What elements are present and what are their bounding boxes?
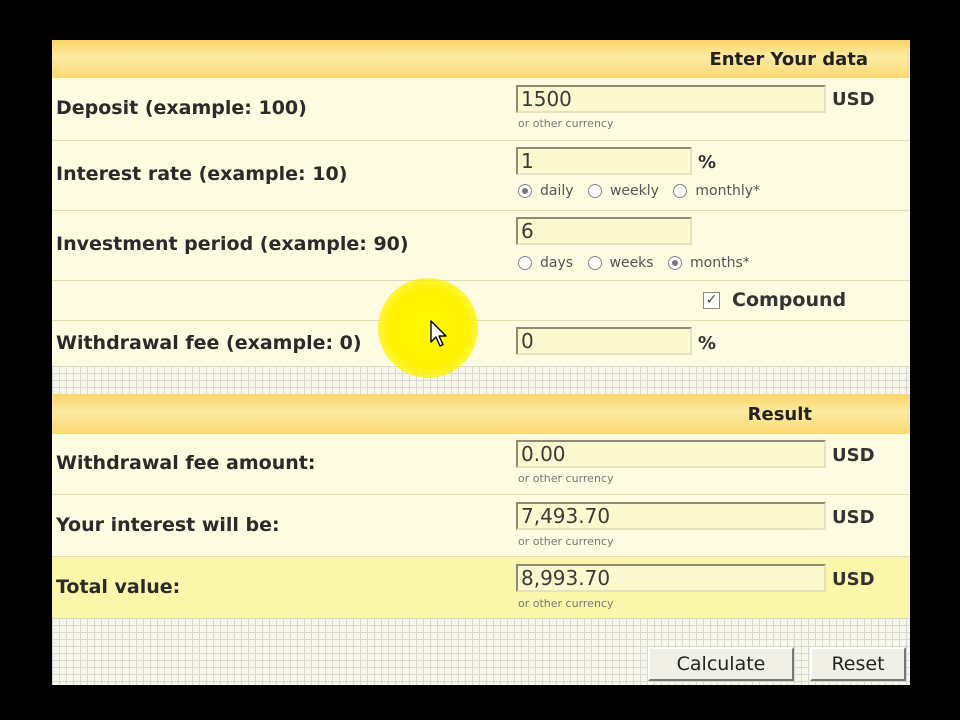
interest-row: Your interest will be: USD or other curr… bbox=[52, 494, 910, 556]
input-header: Enter Your data bbox=[52, 40, 910, 78]
compound-checkbox[interactable]: ✓ bbox=[703, 292, 720, 309]
withdrawal-fee-input[interactable] bbox=[516, 327, 692, 355]
radio-days-label: days bbox=[540, 255, 574, 271]
total-row: Total value: USD or other currency bbox=[52, 556, 910, 618]
radio-daily[interactable] bbox=[518, 184, 532, 198]
investment-period-input[interactable] bbox=[516, 217, 692, 245]
radio-days[interactable] bbox=[518, 256, 532, 270]
result-header-title: Result bbox=[747, 404, 812, 425]
interest-sub: or other currency bbox=[518, 535, 614, 548]
interest-unit: USD bbox=[832, 507, 875, 528]
reset-button[interactable]: Reset bbox=[810, 647, 906, 681]
input-header-title: Enter Your data bbox=[709, 49, 868, 70]
interest-rate-row: Interest rate (example: 10) % daily week… bbox=[52, 140, 910, 210]
radio-weekly[interactable] bbox=[587, 184, 602, 198]
button-bar: Calculate Reset bbox=[52, 618, 910, 685]
withdrawal-fee-row: Withdrawal fee (example: 0) % bbox=[52, 320, 910, 366]
deposit-row: Deposit (example: 100) USD or other curr… bbox=[52, 78, 910, 140]
deposit-unit: USD bbox=[832, 89, 875, 110]
interest-rate-unit: % bbox=[698, 152, 717, 173]
fee-amount-row: Withdrawal fee amount: USD or other curr… bbox=[52, 434, 910, 494]
radio-weeks-label: weeks bbox=[609, 255, 654, 271]
interest-rate-frequency: daily weekly monthly* bbox=[518, 183, 770, 199]
withdrawal-fee-label: Withdrawal fee (example: 0) bbox=[56, 332, 362, 354]
total-sub: or other currency bbox=[518, 597, 614, 610]
interest-label: Your interest will be: bbox=[56, 514, 280, 536]
radio-months-label: months* bbox=[690, 255, 750, 271]
total-output[interactable] bbox=[516, 564, 826, 592]
fee-amount-unit: USD bbox=[832, 445, 875, 466]
deposit-label: Deposit (example: 100) bbox=[56, 97, 307, 119]
compound-label: Compound bbox=[732, 289, 847, 311]
radio-monthly-label: monthly* bbox=[695, 183, 761, 199]
mouse-pointer-icon bbox=[430, 320, 447, 347]
withdrawal-fee-unit: % bbox=[698, 333, 717, 354]
cursor-highlight bbox=[378, 278, 478, 378]
investment-period-unit: days weeks months* bbox=[518, 255, 760, 271]
radio-monthly[interactable] bbox=[673, 184, 688, 198]
investment-period-label: Investment period (example: 90) bbox=[56, 233, 409, 255]
calculate-button[interactable]: Calculate bbox=[648, 647, 794, 681]
investment-period-row: Investment period (example: 90) days wee… bbox=[52, 210, 910, 280]
deposit-input[interactable] bbox=[516, 85, 826, 113]
interest-output[interactable] bbox=[516, 502, 826, 530]
interest-rate-label: Interest rate (example: 10) bbox=[56, 163, 348, 185]
radio-weeks[interactable] bbox=[587, 256, 602, 270]
fee-amount-output[interactable] bbox=[516, 440, 826, 468]
fee-amount-label: Withdrawal fee amount: bbox=[56, 452, 316, 474]
fee-amount-sub: or other currency bbox=[518, 472, 614, 485]
radio-months[interactable] bbox=[668, 256, 683, 270]
result-header: Result bbox=[52, 394, 910, 434]
compound-row: ✓ Compound bbox=[52, 280, 910, 320]
calculator-panel: Enter Your data Deposit (example: 100) U… bbox=[52, 40, 910, 685]
total-unit: USD bbox=[832, 569, 875, 590]
radio-daily-label: daily bbox=[540, 183, 574, 199]
total-label: Total value: bbox=[56, 576, 181, 598]
interest-rate-input[interactable] bbox=[516, 147, 692, 175]
deposit-sub: or other currency bbox=[518, 117, 614, 130]
radio-weekly-label: weekly bbox=[609, 183, 659, 199]
grid-spacer bbox=[52, 366, 910, 394]
